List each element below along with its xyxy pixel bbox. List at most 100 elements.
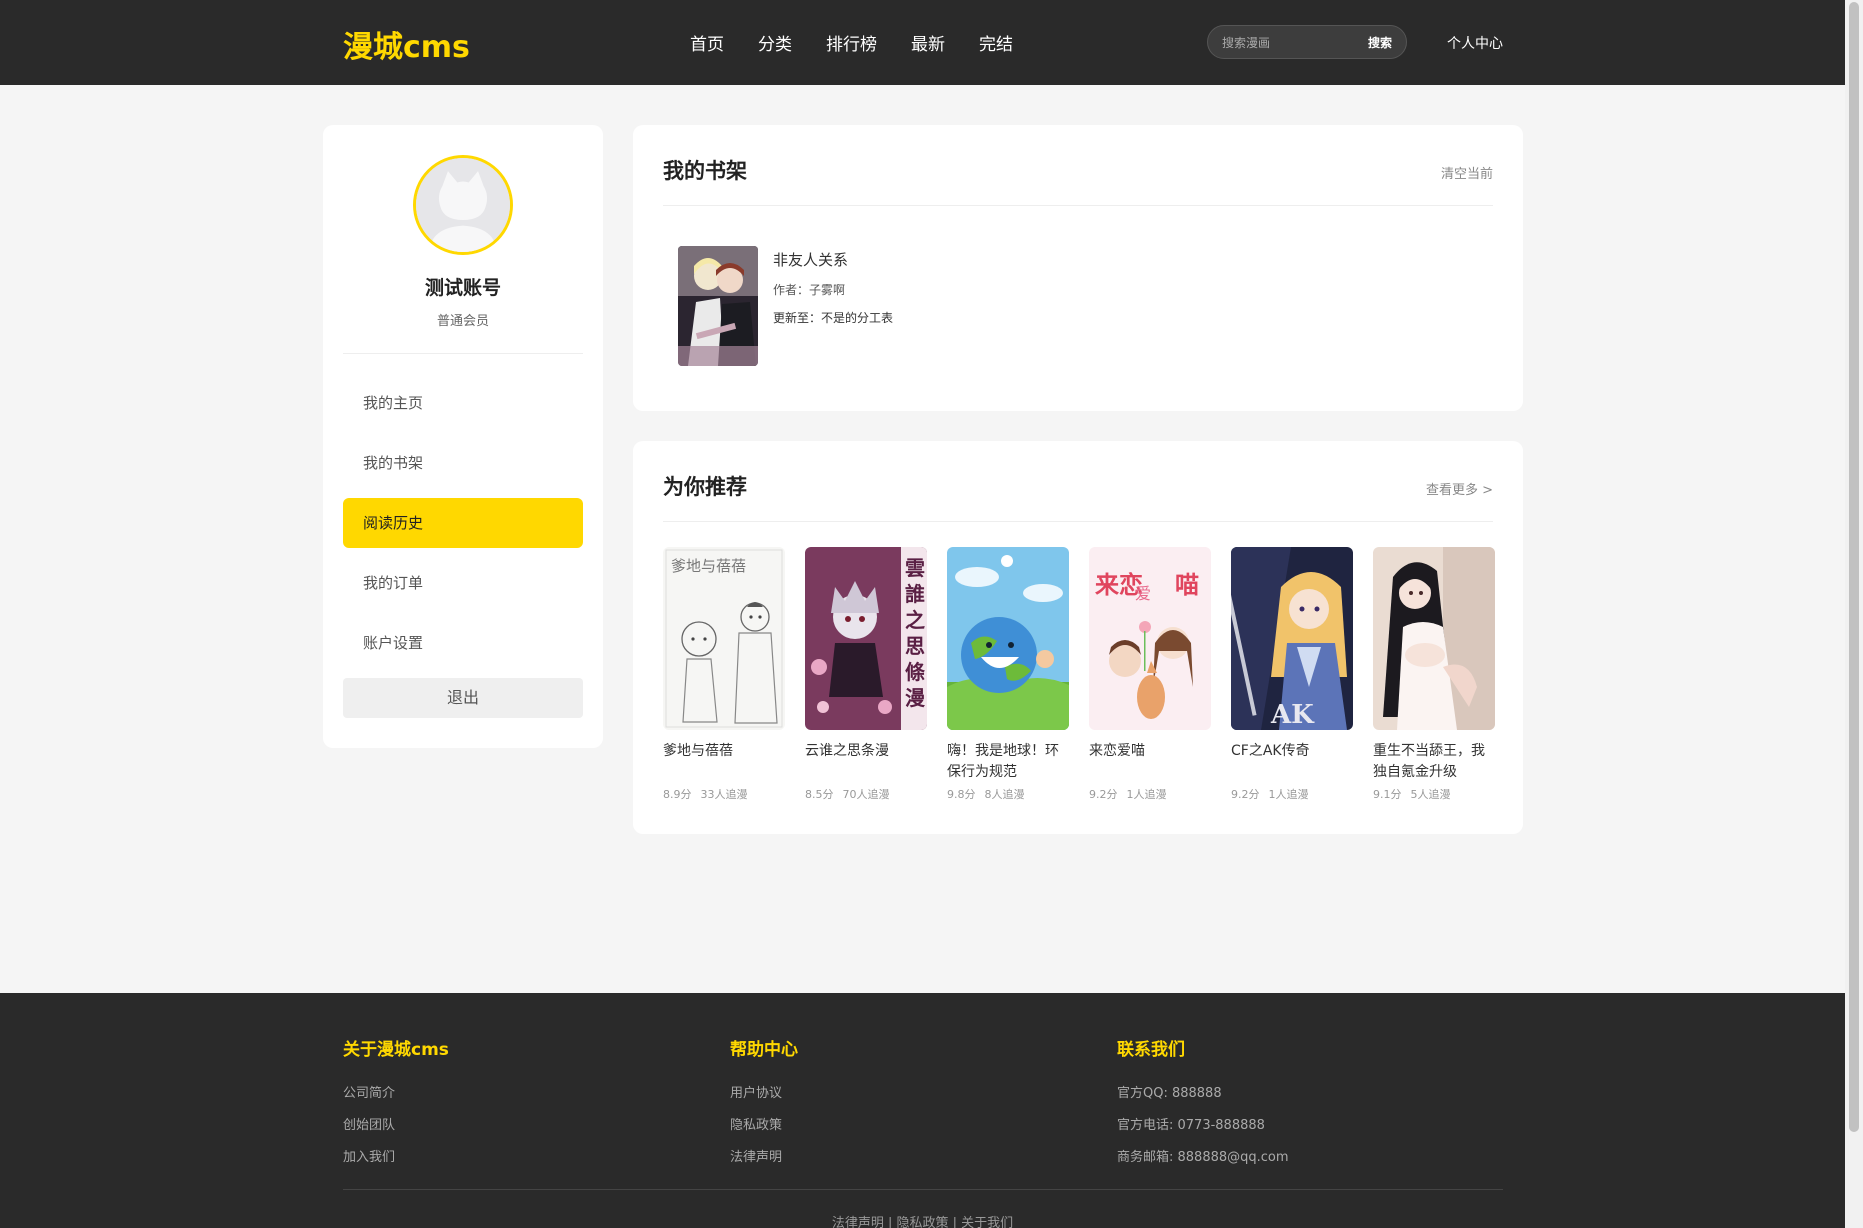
recommend-name[interactable]: CF之AK传奇	[1231, 741, 1353, 783]
recommend-name[interactable]: 来恋爱喵	[1089, 741, 1211, 783]
recommend-name[interactable]: 嗨！我是地球！环保行为规范	[947, 741, 1069, 783]
bookshelf-title: 我的书架	[663, 159, 747, 183]
recommend-item[interactable]: 来恋 爱 喵 来恋爱喵 9.2分 1人追漫	[1089, 547, 1211, 802]
recommend-cover[interactable]: 来恋 爱 喵	[1089, 547, 1211, 730]
footer-link[interactable]: 公司简介	[343, 1082, 449, 1101]
avatar[interactable]	[413, 155, 513, 255]
username: 测试账号	[424, 277, 501, 299]
view-more-link[interactable]: 查看更多 >	[1426, 479, 1493, 498]
recommend-score: 9.1分	[1373, 788, 1402, 801]
user-sidebar: 测试账号 普通会员 我的主页 我的书架 阅读历史 我的订单 账户设置 退出	[323, 125, 603, 748]
svg-text:誰: 誰	[905, 582, 925, 606]
nav-category[interactable]: 分类	[758, 30, 792, 55]
page-scrollbar[interactable]	[1845, 0, 1863, 1228]
svg-text:思: 思	[905, 634, 925, 658]
recommend-score: 9.2分	[1089, 788, 1118, 801]
sidebar-item-history[interactable]: 阅读历史	[343, 498, 583, 548]
svg-text:爱: 爱	[1135, 584, 1151, 603]
recommend-item[interactable]: 重生不当舔王，我独自氪金升级 9.1分 5人追漫	[1373, 547, 1495, 802]
svg-text:AK: AK	[1270, 700, 1315, 730]
site-footer: 关于漫城cms 公司简介 创始团队 加入我们 帮助中心 用户协议 隐私政策 法律…	[0, 993, 1845, 1228]
footer-about-column: 关于漫城cms 公司简介 创始团队 加入我们	[343, 1035, 449, 1178]
svg-text:之: 之	[905, 608, 925, 632]
main-nav: 首页 分类 排行榜 最新 完结	[690, 30, 1047, 55]
shelf-item-title[interactable]: 非友人关系	[773, 249, 848, 270]
search-input[interactable]	[1222, 33, 1352, 53]
site-logo[interactable]: 漫城cms	[343, 22, 470, 66]
recommend-meta: 9.1分 5人追漫	[1373, 786, 1495, 802]
svg-text:漫: 漫	[905, 686, 926, 710]
footer-divider	[343, 1189, 1503, 1190]
svg-text:雲: 雲	[905, 556, 925, 580]
recommend-meta: 9.2分 1人追漫	[1231, 786, 1353, 802]
recommend-name[interactable]: 重生不当舔王，我独自氪金升级	[1373, 741, 1495, 783]
recommend-follow: 1人追漫	[1268, 788, 1309, 801]
card-divider	[663, 205, 1493, 206]
sidebar-item-orders[interactable]: 我的订单	[343, 558, 583, 608]
recommend-follow: 5人追漫	[1410, 788, 1451, 801]
recommend-meta: 8.9分 33人追漫	[663, 786, 785, 802]
recommend-name[interactable]: 云谁之思条漫	[805, 741, 927, 783]
recommend-follow: 8人追漫	[984, 788, 1025, 801]
default-avatar-icon	[416, 158, 510, 252]
recommend-cover[interactable]	[1373, 547, 1495, 730]
sidebar-item-settings[interactable]: 账户设置	[343, 618, 583, 668]
recommend-follow: 33人追漫	[700, 788, 748, 801]
footer-column-title: 联系我们	[1117, 1040, 1185, 1060]
user-center-link[interactable]: 个人中心	[1447, 33, 1503, 53]
recommend-card: 为你推荐 查看更多 > 爹地与蓓蓓 爹地与蓓蓓 8.9分 33人追漫 雲 誰 之…	[633, 441, 1523, 834]
recommend-cover[interactable]	[947, 547, 1069, 730]
recommend-cover[interactable]: AK	[1231, 547, 1353, 730]
sidebar-menu: 我的主页 我的书架 阅读历史 我的订单 账户设置	[343, 378, 583, 678]
recommend-follow: 70人追漫	[842, 788, 890, 801]
shelf-item-update: 更新至：不是的分工表	[773, 311, 894, 325]
scrollbar-thumb[interactable]	[1849, 2, 1859, 1132]
recommend-grid: 爹地与蓓蓓 爹地与蓓蓓 8.9分 33人追漫 雲 誰 之 思 條 漫 云谁之思条…	[663, 547, 1495, 807]
recommend-meta: 9.2分 1人追漫	[1089, 786, 1211, 802]
search-box: 搜索	[1207, 25, 1407, 59]
search-button[interactable]: 搜索	[1368, 34, 1392, 51]
top-header: 漫城cms 首页 分类 排行榜 最新 完结 搜索 个人中心	[0, 0, 1845, 85]
svg-text:爹地与蓓蓓: 爹地与蓓蓓	[671, 557, 746, 575]
shelf-item-cover[interactable]	[678, 246, 758, 366]
nav-latest[interactable]: 最新	[911, 30, 945, 55]
recommend-score: 8.9分	[663, 788, 692, 801]
recommend-name[interactable]: 爹地与蓓蓓	[663, 741, 785, 783]
card-divider	[663, 521, 1493, 522]
sidebar-item-bookshelf[interactable]: 我的书架	[343, 438, 583, 488]
recommend-meta: 9.8分 8人追漫	[947, 786, 1069, 802]
recommend-cover[interactable]: 雲 誰 之 思 條 漫	[805, 547, 927, 730]
bookshelf-card: 我的书架 清空当前 非友人关系 作者：子雾啊 更新至：不是的分工表	[633, 125, 1523, 411]
footer-link[interactable]: 创始团队	[343, 1114, 449, 1133]
nav-home[interactable]: 首页	[690, 30, 724, 55]
svg-text:條: 條	[905, 660, 925, 684]
footer-column-title: 帮助中心	[730, 1040, 798, 1060]
nav-ranking[interactable]: 排行榜	[826, 30, 877, 55]
recommend-cover[interactable]: 爹地与蓓蓓	[663, 547, 785, 730]
recommend-item[interactable]: AK CF之AK传奇 9.2分 1人追漫	[1231, 547, 1353, 802]
footer-help-column: 帮助中心 用户协议 隐私政策 法律声明	[730, 1035, 798, 1178]
footer-bottom-links[interactable]: 法律声明 | 隐私政策 | 关于我们	[0, 1212, 1845, 1228]
recommend-meta: 8.5分 70人追漫	[805, 786, 927, 802]
footer-link[interactable]: 法律声明	[730, 1146, 798, 1165]
member-level: 普通会员	[436, 314, 489, 329]
logout-button[interactable]: 退出	[343, 678, 583, 718]
footer-link[interactable]: 用户协议	[730, 1082, 798, 1101]
recommend-item[interactable]: 雲 誰 之 思 條 漫 云谁之思条漫 8.5分 70人追漫	[805, 547, 927, 802]
shelf-item-author: 作者：子雾啊	[773, 283, 846, 297]
recommend-score: 9.8分	[947, 788, 976, 801]
footer-link[interactable]: 隐私政策	[730, 1114, 798, 1133]
recommend-item[interactable]: 爹地与蓓蓓 爹地与蓓蓓 8.9分 33人追漫	[663, 547, 785, 802]
recommend-item[interactable]: 嗨！我是地球！环保行为规范 9.8分 8人追漫	[947, 547, 1069, 802]
sidebar-item-home[interactable]: 我的主页	[343, 378, 583, 428]
nav-completed[interactable]: 完结	[979, 30, 1013, 55]
footer-link[interactable]: 加入我们	[343, 1146, 449, 1165]
clear-shelf-link[interactable]: 清空当前	[1441, 163, 1493, 182]
recommend-follow: 1人追漫	[1126, 788, 1167, 801]
footer-contact-qq: 官方QQ: 888888	[1117, 1086, 1222, 1101]
recommend-score: 9.2分	[1231, 788, 1260, 801]
svg-text:喵: 喵	[1175, 571, 1199, 599]
footer-column-title: 关于漫城cms	[343, 1040, 449, 1060]
footer-contact-email: 商务邮箱: 888888@qq.com	[1117, 1150, 1289, 1165]
footer-contact-phone: 官方电话: 0773-888888	[1117, 1118, 1265, 1133]
